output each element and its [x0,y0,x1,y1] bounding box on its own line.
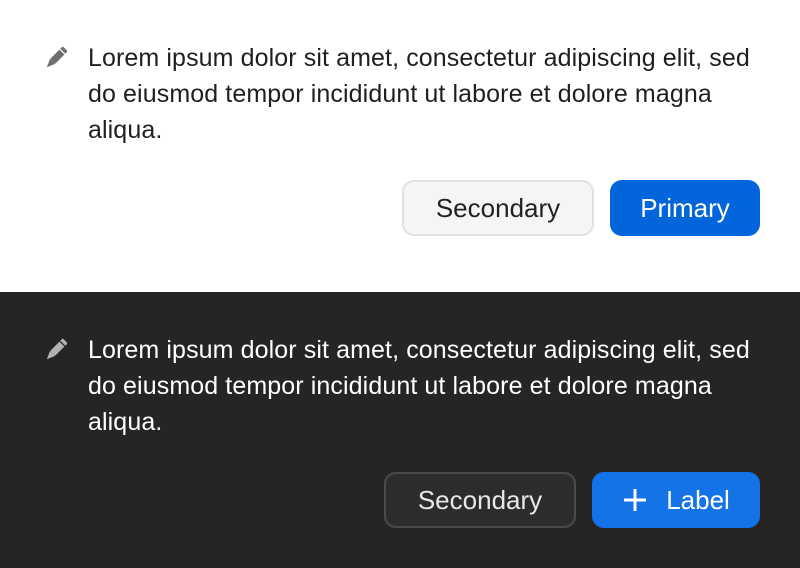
message-text: Lorem ipsum dolor sit amet, consectetur … [88,44,750,144]
light-panel: Lorem ipsum dolor sit amet, consectetur … [0,0,800,292]
message-row: Lorem ipsum dolor sit amet, consectetur … [40,332,768,440]
pencil-icon [46,46,68,68]
message-row: Lorem ipsum dolor sit amet, consectetur … [40,40,768,148]
secondary-button[interactable]: Secondary [384,472,576,528]
secondary-button[interactable]: Secondary [402,180,594,236]
plus-icon [624,489,647,511]
message-text: Lorem ipsum dolor sit amet, consectetur … [88,336,750,436]
primary-button[interactable]: Primary [610,180,760,236]
dark-panel: Lorem ipsum dolor sit amet, consectetur … [0,292,800,568]
add-label-button-label: Label [666,484,730,515]
pencil-icon [46,338,68,360]
button-group: Secondary Primary [402,180,760,236]
button-group: Secondary Label [384,472,760,528]
add-label-button[interactable]: Label [592,472,760,528]
